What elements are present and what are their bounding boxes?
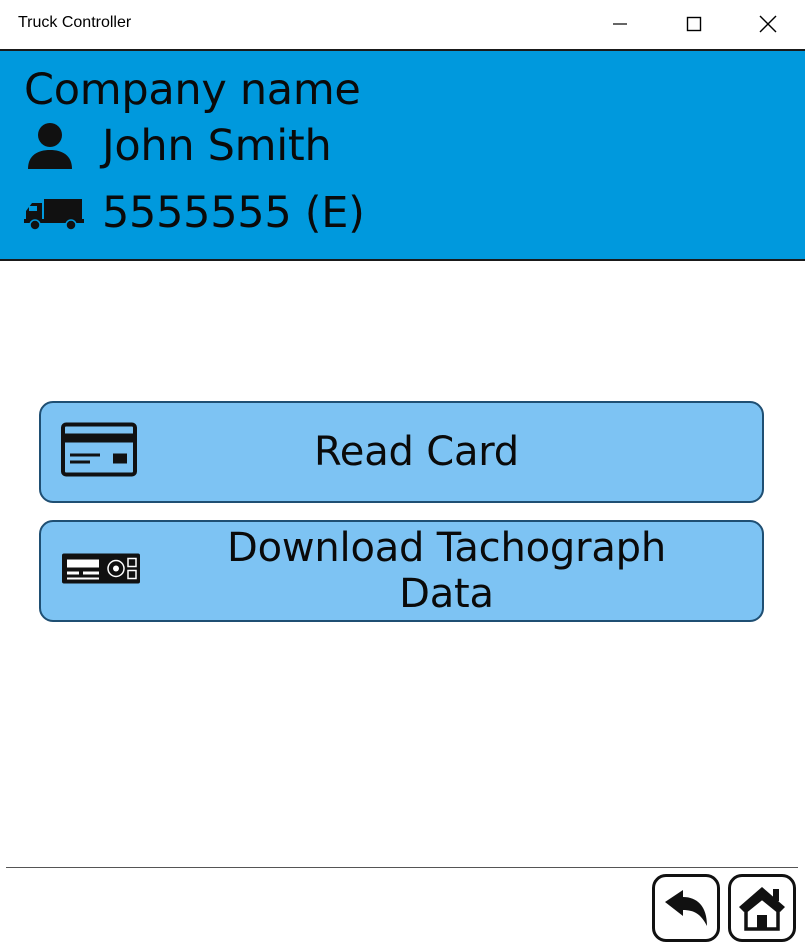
driver-name: John Smith	[102, 121, 332, 171]
truck-icon	[24, 188, 86, 238]
close-button[interactable]	[731, 0, 805, 48]
window-title: Truck Controller	[18, 14, 132, 31]
maximize-icon	[686, 16, 702, 32]
back-arrow-icon	[665, 890, 707, 926]
maximize-button[interactable]	[657, 0, 731, 48]
company-name: Company name	[24, 65, 361, 115]
driver-row: John Smith	[24, 121, 332, 171]
person-icon	[24, 121, 86, 171]
read-card-button[interactable]: Read Card	[39, 401, 764, 503]
minimize-icon	[613, 23, 627, 25]
close-icon	[759, 15, 777, 33]
minimize-button[interactable]	[583, 0, 657, 48]
vehicle-row: 5555555 (E)	[24, 188, 365, 238]
title-bar: Truck Controller	[0, 0, 805, 50]
download-tachograph-button[interactable]: Download Tachograph Data	[39, 520, 764, 622]
header-divider	[0, 259, 805, 261]
header-panel: Company name John Smith 5555555 (E)	[0, 51, 805, 260]
download-tachograph-label: Download Tachograph Data	[227, 525, 666, 617]
read-card-label: Read Card	[314, 429, 519, 475]
back-button[interactable]	[652, 874, 720, 942]
vehicle-registration: 5555555 (E)	[102, 188, 365, 238]
home-icon	[739, 887, 785, 931]
tachograph-icon	[61, 551, 141, 592]
home-button[interactable]	[728, 874, 796, 942]
footer-divider	[6, 867, 798, 868]
